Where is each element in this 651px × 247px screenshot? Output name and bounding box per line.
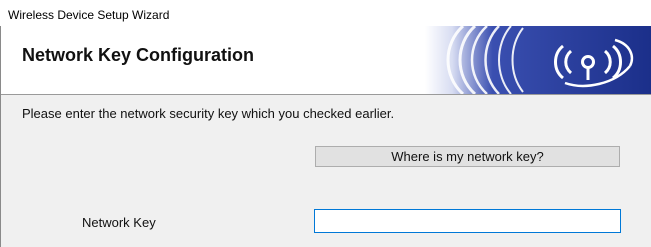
wireless-banner	[425, 26, 651, 94]
network-key-input[interactable]	[314, 209, 621, 233]
page-title: Network Key Configuration	[22, 45, 255, 65]
title-bar[interactable]: Wireless Device Setup Wizard	[0, 0, 651, 26]
instruction-text: Please enter the network security key wh…	[22, 106, 395, 121]
where-is-network-key-button[interactable]: Where is my network key?	[315, 146, 620, 167]
content-area: Please enter the network security key wh…	[0, 95, 651, 247]
wizard-window: Wireless Device Setup Wizard Network Key…	[0, 0, 651, 247]
network-key-label: Network Key	[82, 215, 156, 230]
window-title: Wireless Device Setup Wizard	[8, 8, 170, 22]
window-left-border	[0, 26, 1, 247]
